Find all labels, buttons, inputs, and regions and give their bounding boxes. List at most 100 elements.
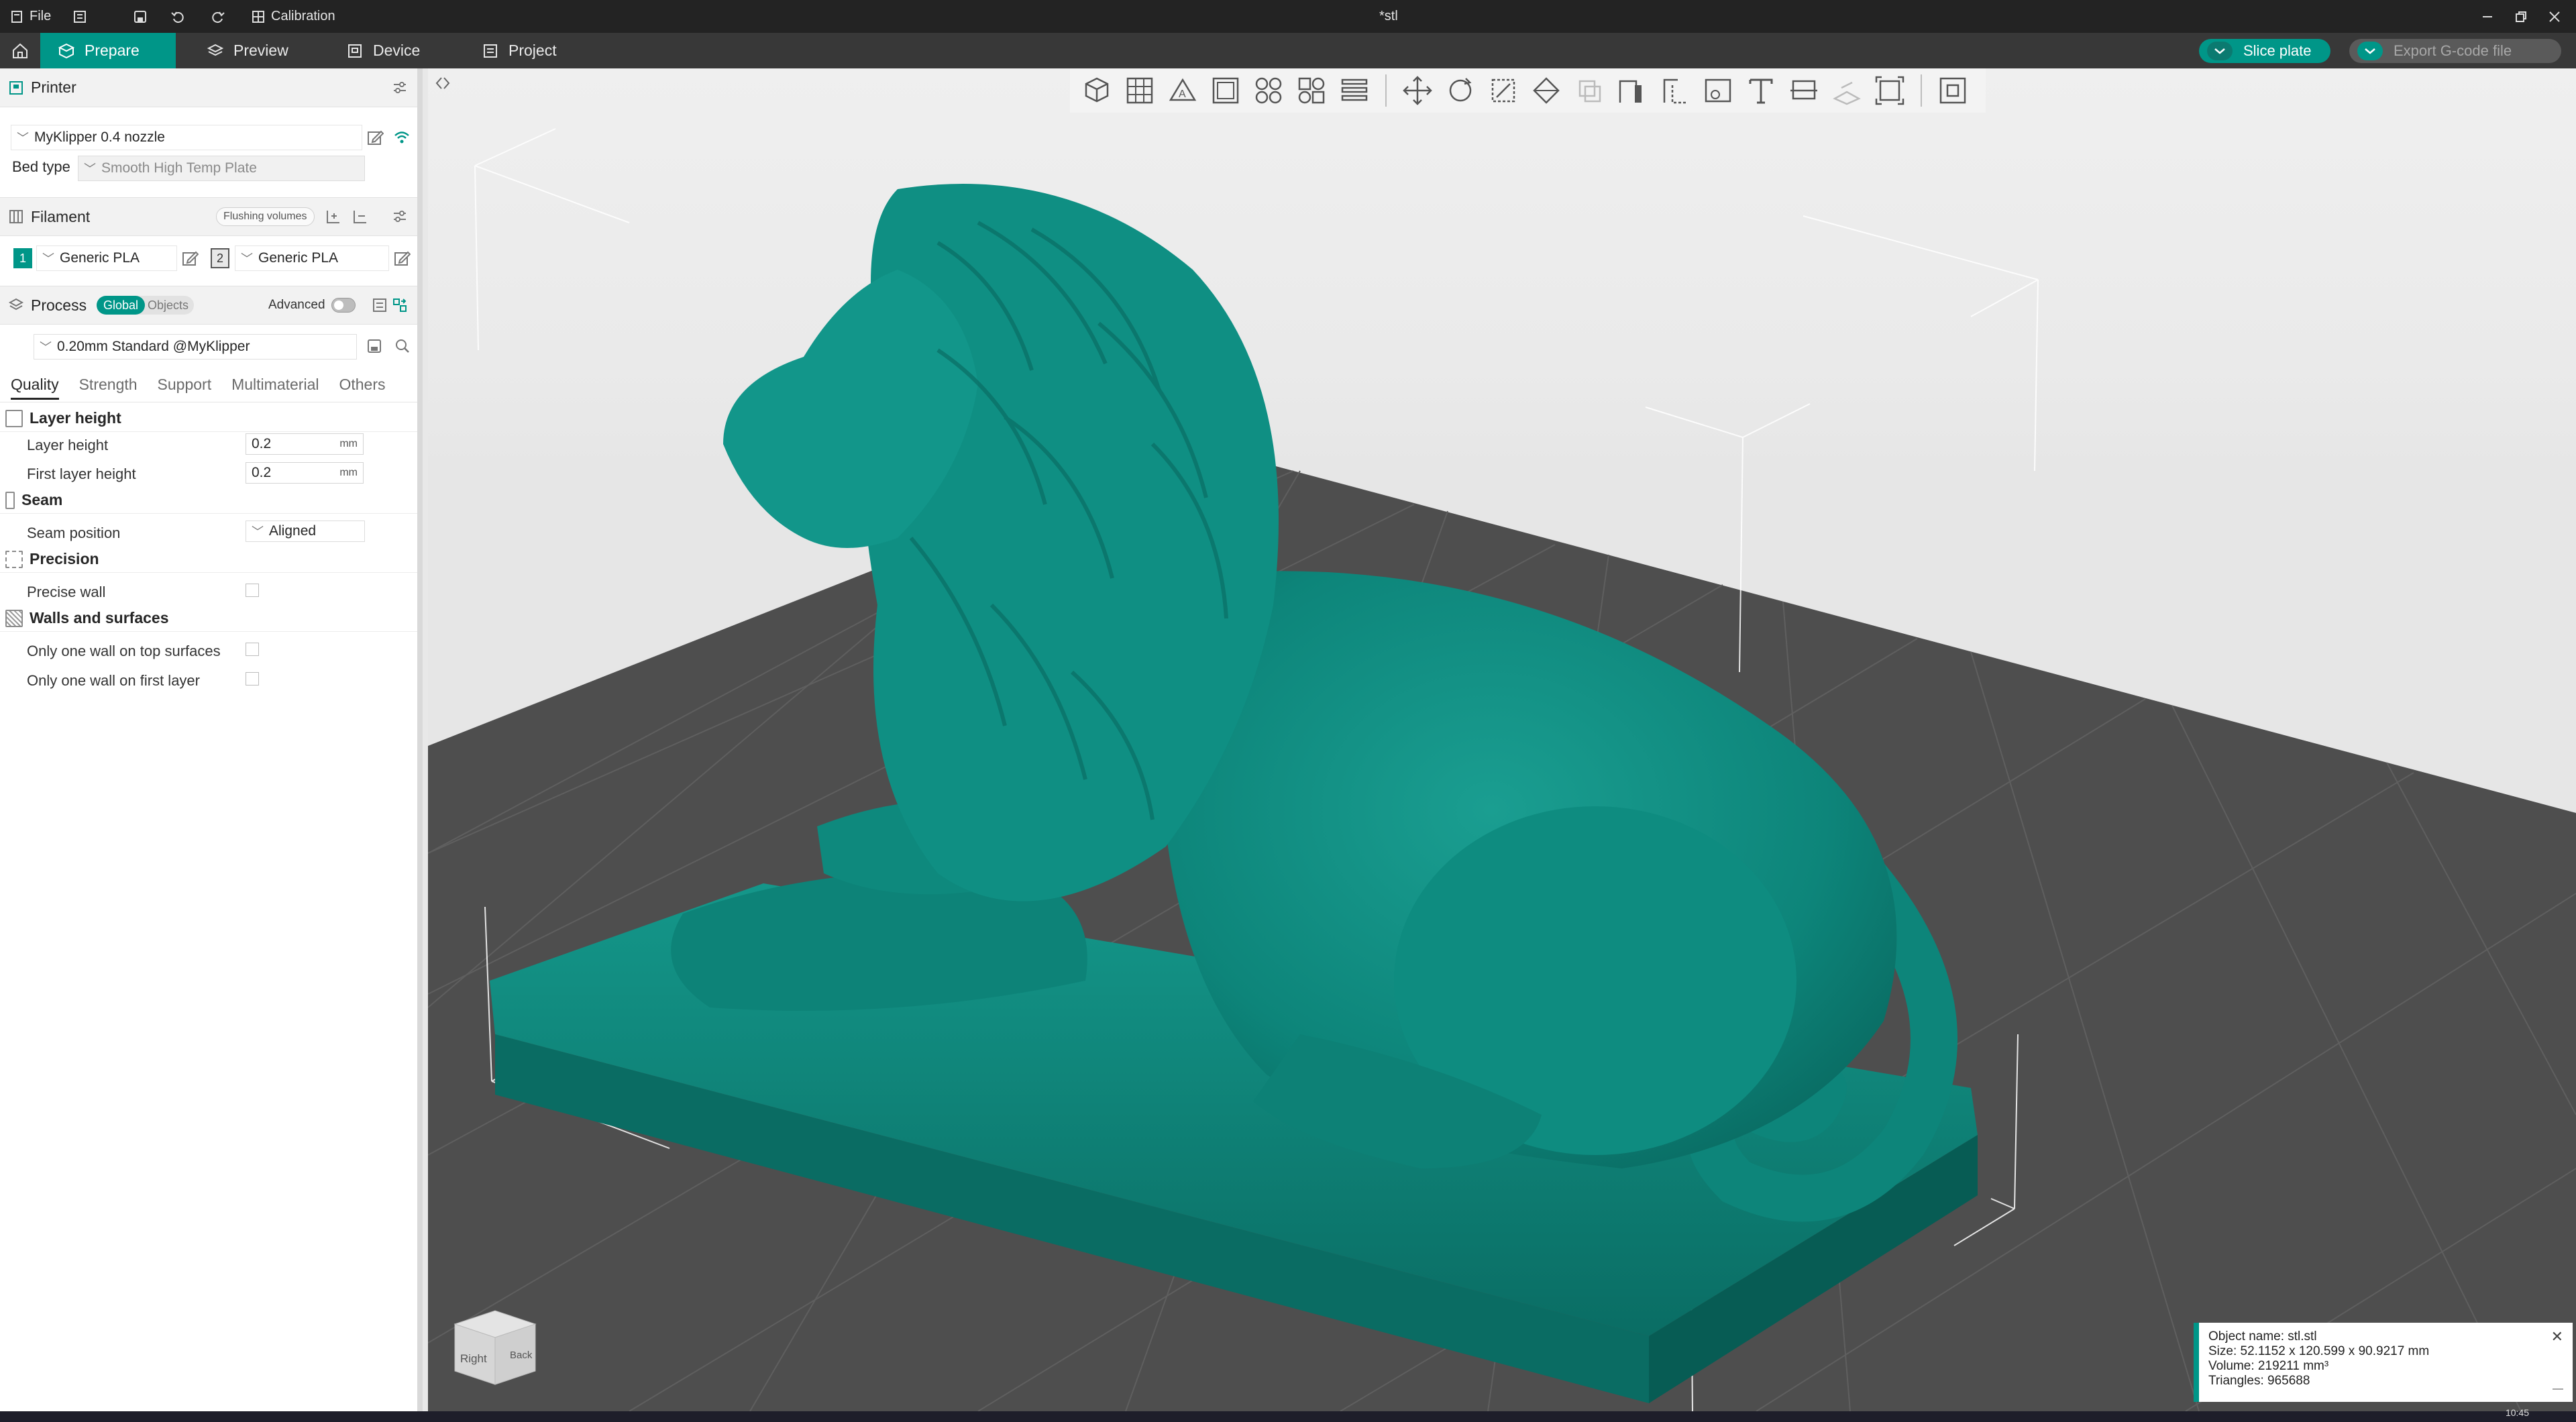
first-layer-height-input[interactable]: 0.2 mm [246, 462, 364, 484]
notes-button[interactable] [72, 0, 87, 33]
build-plate-scene[interactable] [428, 68, 2576, 1411]
group-layer-height: Layer height [0, 405, 417, 432]
group-precision: Precision [0, 546, 417, 573]
move-button[interactable] [1396, 69, 1439, 112]
viewport-toolbar: A [1070, 68, 1986, 113]
object-size: Size: 52.1152 x 120.599 x 90.9217 mm [2208, 1344, 2430, 1358]
redo-button[interactable] [211, 0, 225, 33]
tab-prepare[interactable]: Prepare [40, 33, 176, 68]
layer-height-label: Layer height [27, 437, 109, 453]
remove-filament-icon[interactable] [352, 208, 369, 225]
compare-presets-icon[interactable] [392, 297, 408, 313]
save-preset-icon[interactable] [366, 338, 382, 354]
text-shape-button[interactable] [1697, 69, 1739, 112]
one-wall-first-layer-checkbox[interactable] [246, 672, 259, 686]
add-cube-icon [1085, 77, 1109, 103]
title-bar: File Calibration *stl [0, 0, 2576, 33]
export-dropdown-icon[interactable] [2357, 42, 2383, 60]
bed-type-select[interactable]: ﹀ Smooth High Temp Plate [78, 156, 365, 181]
split-parts-button[interactable] [1290, 69, 1333, 112]
seam-position-select[interactable]: ﹀ Aligned [246, 521, 365, 542]
restore-button[interactable] [2514, 0, 2528, 33]
printer-settings-icon[interactable] [392, 80, 408, 96]
support-painting-button[interactable] [1611, 69, 1654, 112]
rotate-button[interactable] [1439, 69, 1482, 112]
tab-strength[interactable]: Strength [79, 376, 138, 394]
search-icon[interactable] [394, 338, 411, 354]
seam-position-value: Aligned [269, 523, 317, 539]
process-list-icon[interactable] [372, 297, 388, 313]
bed-type-value: Smooth High Temp Plate [101, 160, 257, 176]
tab-project-label: Project [508, 42, 557, 59]
calibration-menu[interactable]: Calibration [251, 0, 335, 33]
text-button[interactable] [1739, 69, 1782, 112]
toolbar-separator [1921, 74, 1922, 107]
tab-preview[interactable]: Preview [189, 33, 306, 68]
global-objects-toggle[interactable]: Global Objects [97, 296, 195, 315]
slice-plate-button[interactable]: Slice plate [2199, 39, 2330, 63]
taskbar-clock: 10:45 [2505, 1407, 2529, 1418]
auto-orient-button[interactable]: A [1161, 69, 1204, 112]
save-button[interactable] [133, 0, 148, 33]
chevron-down-icon: ﹀ [42, 252, 54, 266]
printer-select[interactable]: ﹀ MyKlipper 0.4 nozzle [11, 125, 362, 150]
tab-multimaterial[interactable]: Multimaterial [231, 376, 319, 394]
restore-icon [2516, 11, 2526, 22]
grid-icon [1126, 77, 1153, 104]
explode-view-button[interactable] [1931, 69, 1974, 112]
close-icon[interactable]: ✕ [2551, 1329, 2563, 1344]
cut-button[interactable] [1568, 69, 1611, 112]
split-objects-button[interactable] [1247, 69, 1290, 112]
measure-button[interactable] [1782, 69, 1825, 112]
tab-project[interactable]: Project [464, 33, 574, 68]
layer-height-icon [5, 409, 23, 427]
main-navbar: Prepare Preview Device Project Slice pla… [0, 33, 2576, 68]
home-button[interactable] [0, 33, 40, 68]
group-layer-height-title: Layer height [30, 409, 121, 427]
add-plate-button[interactable] [1118, 69, 1161, 112]
close-window-button[interactable] [2548, 0, 2561, 33]
seam-painting-button[interactable] [1654, 69, 1697, 112]
tab-others[interactable]: Others [339, 376, 385, 394]
view-cube[interactable]: Right Back [448, 1297, 542, 1391]
export-gcode-button[interactable]: Export G-code file [2349, 39, 2561, 63]
edit-filament-1-icon[interactable] [181, 250, 199, 267]
file-menu[interactable]: File [9, 0, 51, 33]
3d-viewport[interactable]: Right Back [428, 68, 2576, 1411]
tab-device[interactable]: Device [329, 33, 437, 68]
toggle-objects[interactable]: Objects [145, 296, 194, 315]
filament-settings-icon[interactable] [392, 209, 408, 225]
filament-section-title: Filament [31, 207, 91, 225]
toggle-global[interactable]: Global [97, 296, 146, 315]
filament-slot-1-badge[interactable]: 1 [13, 248, 32, 268]
add-filament-icon[interactable] [325, 208, 342, 225]
layer-height-input[interactable]: 0.2 mm [246, 433, 364, 455]
precise-wall-checkbox[interactable] [246, 584, 259, 597]
undo-button[interactable] [170, 0, 185, 33]
cut-icon [1578, 80, 1601, 103]
edit-filament-2-icon[interactable] [393, 250, 411, 267]
flushing-volumes-button[interactable]: Flushing volumes [216, 207, 315, 226]
advanced-toggle[interactable] [331, 298, 356, 313]
wifi-icon[interactable] [393, 129, 411, 146]
filament-slot-2-select[interactable]: ﹀ Generic PLA [235, 245, 389, 271]
slice-dropdown-icon[interactable] [2207, 42, 2233, 60]
one-wall-top-checkbox[interactable] [246, 643, 259, 656]
scale-button[interactable] [1482, 69, 1525, 112]
arrange-button[interactable] [1204, 69, 1247, 112]
lay-on-face-button[interactable] [1525, 69, 1568, 112]
filament-slot-1-select[interactable]: ﹀ Generic PLA [36, 245, 177, 271]
add-object-button[interactable] [1075, 69, 1118, 112]
process-section-title: Process [31, 296, 87, 314]
filament-slot-2-badge[interactable]: 2 [211, 248, 229, 268]
process-preset-select[interactable]: ﹀ 0.20mm Standard @MyKlipper [34, 334, 357, 360]
variable-layer-button[interactable] [1333, 69, 1376, 112]
collapse-sidebar-icon[interactable] [433, 74, 452, 93]
minimize-button[interactable] [2481, 0, 2494, 33]
tab-quality[interactable]: Quality [11, 376, 59, 400]
fit-view-button[interactable] [1868, 69, 1911, 112]
assembly-button[interactable] [1825, 69, 1868, 112]
tab-support[interactable]: Support [158, 376, 212, 394]
collapse-icon[interactable]: — [2553, 1382, 2563, 1397]
edit-printer-icon[interactable] [366, 129, 384, 146]
